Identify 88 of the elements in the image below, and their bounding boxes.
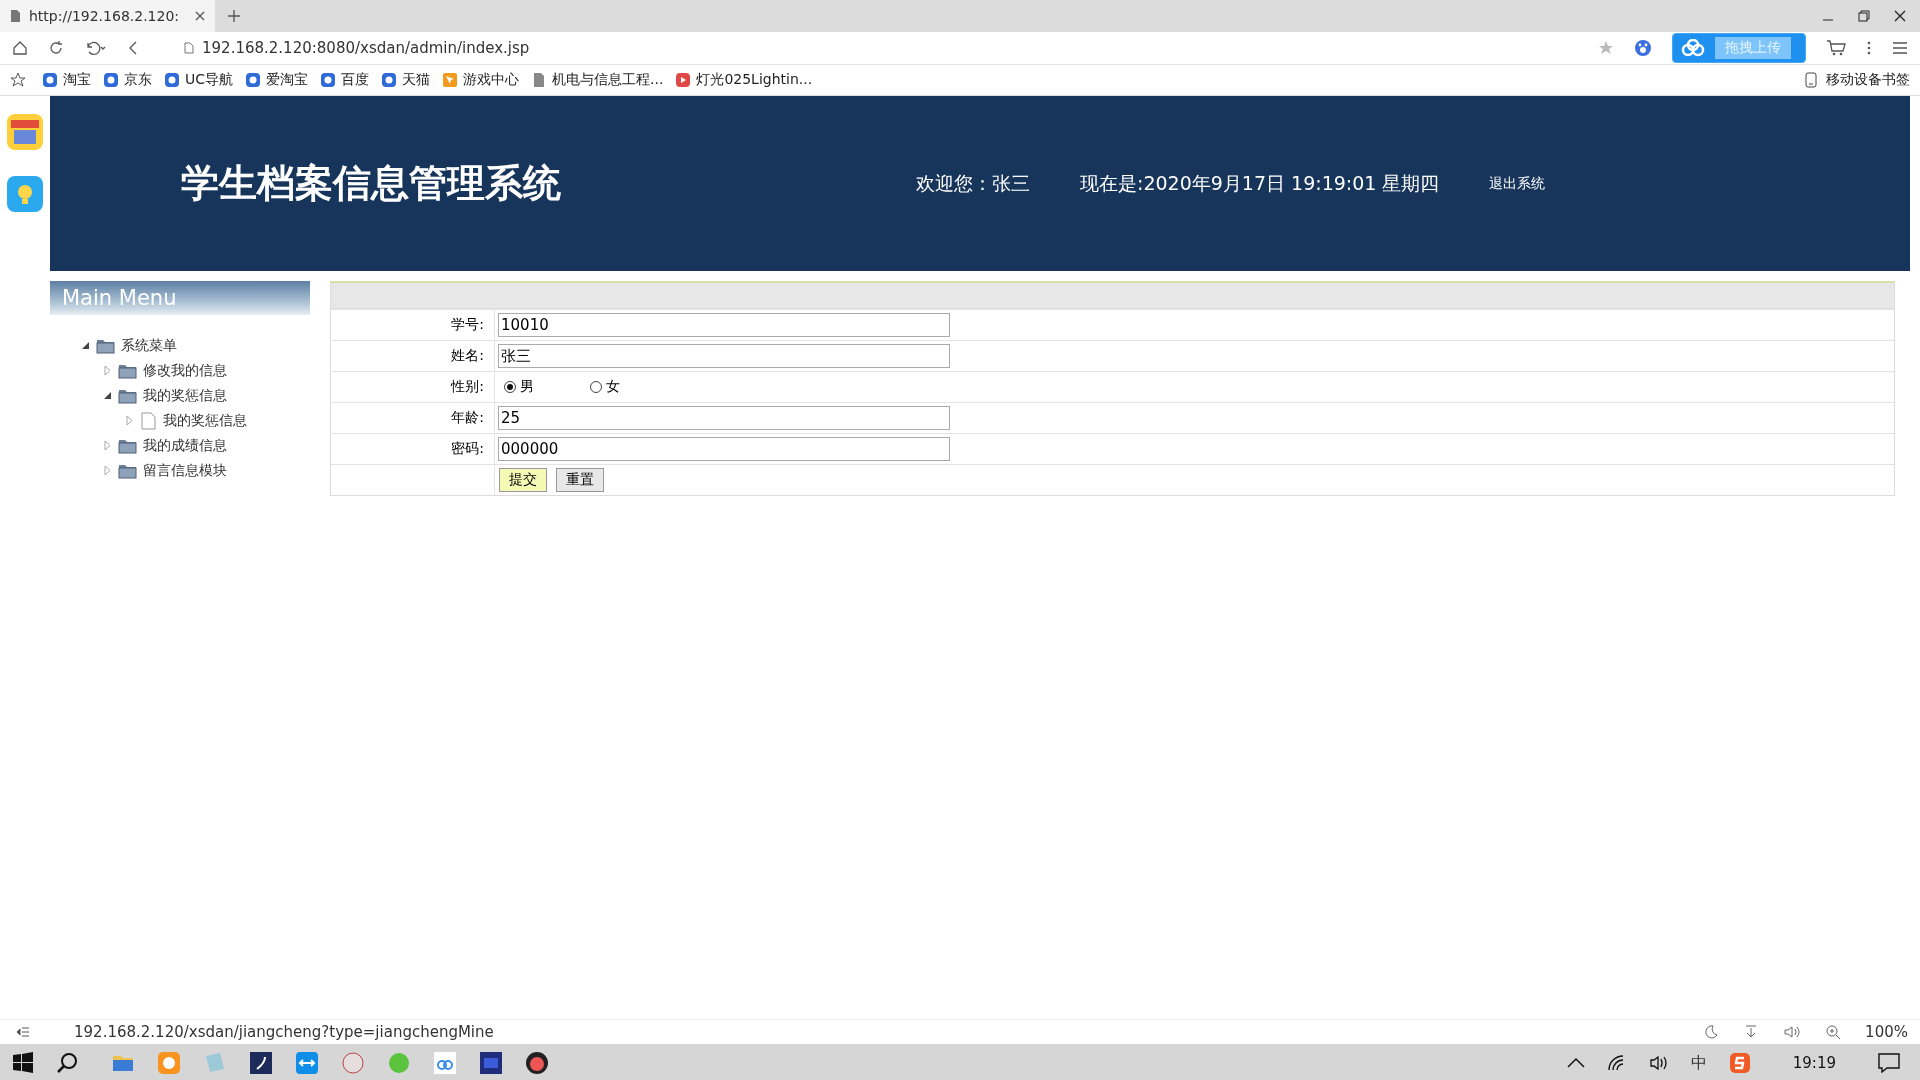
page-icon (10, 9, 21, 23)
search-icon[interactable] (56, 1052, 78, 1074)
zoom-icon[interactable] (1825, 1024, 1842, 1040)
radio-option[interactable]: 女 (590, 378, 620, 396)
remote-icon[interactable] (294, 1050, 320, 1076)
reset-button[interactable]: 重置 (556, 468, 604, 492)
menu-item[interactable]: 系统菜单 (121, 336, 177, 355)
photoshop-icon[interactable] (478, 1050, 504, 1076)
expanded-icon[interactable] (102, 390, 112, 401)
cursor-icon (442, 72, 459, 88)
input-field[interactable]: 25 (498, 406, 950, 430)
status-url: 192.168.2.120/xsdan/jiangcheng?type=jiangchengMine (74, 1023, 494, 1041)
document-icon (140, 411, 157, 430)
bookmark-link[interactable]: 百度 (320, 71, 370, 89)
logout-link[interactable]: 退出系统 (1489, 174, 1546, 193)
circle-app-icon[interactable] (340, 1050, 366, 1076)
reload-icon[interactable] (48, 40, 64, 56)
bulb-icon[interactable] (5, 174, 45, 214)
bookmark-link[interactable]: 天猫 (381, 71, 431, 89)
shield-icon (164, 72, 180, 88)
bookmark-link[interactable]: 机电与信息工程... (531, 71, 664, 89)
folder-icon (118, 387, 137, 404)
cloud-icon[interactable] (432, 1050, 458, 1076)
restore-icon[interactable] (1858, 10, 1870, 22)
browser-tab[interactable]: http://192.168.2.120: (0, 0, 215, 32)
bookmark-link[interactable]: 淘宝 (42, 71, 91, 89)
shield-icon (381, 72, 398, 88)
speaker-icon[interactable] (1648, 1054, 1669, 1072)
shield-icon (245, 72, 262, 88)
field-label: 性别: (451, 378, 484, 394)
system-title: 学生档案信息管理系统 (181, 160, 562, 207)
shop-icon[interactable] (5, 112, 45, 152)
cloud-icon (1681, 39, 1705, 57)
field-label: 密码: (451, 440, 484, 456)
play-icon (675, 72, 692, 88)
mobile-bookmarks-link[interactable]: 移动设备书签 (1804, 71, 1910, 89)
bookmark-link[interactable]: UC导航 (164, 71, 234, 89)
field-label: 年龄: (451, 409, 484, 425)
menu-item[interactable]: 修改我的信息 (143, 361, 227, 380)
datetime-text: 现在是:2020年9月17日 19:19:01 星期四 (1080, 170, 1440, 196)
welcome-text: 欢迎您：张三 (916, 170, 1030, 196)
field-label: 姓名: (451, 347, 484, 363)
folder-icon (118, 462, 137, 479)
home-icon[interactable] (12, 40, 28, 56)
windows-start-icon[interactable] (12, 1052, 34, 1074)
shield-icon (42, 72, 58, 88)
bookmark-link[interactable]: 京东 (103, 71, 152, 89)
folder-icon (118, 362, 137, 379)
page-icon (184, 42, 194, 54)
zoom-level[interactable]: 100% (1865, 1023, 1908, 1041)
star-icon[interactable] (1598, 40, 1614, 56)
bookmark-link[interactable]: 游戏中心 (442, 71, 520, 89)
moon-icon[interactable] (1703, 1024, 1720, 1040)
sidebar-toggle-icon[interactable] (16, 1026, 30, 1038)
editor-icon[interactable] (248, 1050, 274, 1076)
menu-item[interactable]: 我的奖惩信息 (143, 386, 227, 405)
cart-icon[interactable] (1826, 39, 1846, 57)
close-icon[interactable] (1894, 10, 1906, 22)
expanded-icon[interactable] (80, 340, 90, 351)
menu-item[interactable]: 留言信息模块 (143, 461, 227, 480)
folder-icon (96, 337, 115, 354)
chevron-up-icon[interactable] (1566, 1057, 1585, 1069)
menu-icon[interactable] (1892, 41, 1908, 55)
clock[interactable]: 19:19 (1792, 1054, 1836, 1072)
star-icon[interactable] (10, 72, 26, 88)
close-icon[interactable] (195, 11, 205, 21)
submit-button[interactable]: 提交 (499, 468, 547, 492)
shield-icon (320, 72, 337, 88)
field-label: 学号: (451, 316, 484, 332)
input-field[interactable]: 10010 (498, 313, 950, 337)
undo-icon[interactable] (84, 40, 106, 56)
menu-title: Main Menu (50, 281, 310, 315)
menu-item[interactable]: 我的奖惩信息 (163, 411, 247, 430)
more-icon[interactable] (1866, 40, 1872, 56)
bookmark-link[interactable]: 爱淘宝 (245, 71, 309, 89)
folder-icon (118, 437, 137, 454)
recorder-icon[interactable] (524, 1050, 550, 1076)
menu-item[interactable]: 我的成绩信息 (143, 436, 227, 455)
input-field[interactable]: 000000 (498, 437, 950, 461)
shield-icon (103, 72, 119, 88)
input-method-indicator[interactable]: 中 (1690, 1052, 1707, 1074)
radio-option[interactable]: 男 (504, 378, 534, 396)
input-field[interactable]: 张三 (498, 344, 950, 368)
address-field[interactable]: 192.168.2.120:8080/xsdan/admin/index.jsp (162, 39, 1578, 57)
sogou-icon[interactable] (1728, 1052, 1751, 1074)
notification-icon[interactable] (1878, 1053, 1900, 1073)
bookmark-link[interactable]: 灯光025Lightin... (675, 71, 813, 89)
phone-icon (1804, 72, 1818, 88)
